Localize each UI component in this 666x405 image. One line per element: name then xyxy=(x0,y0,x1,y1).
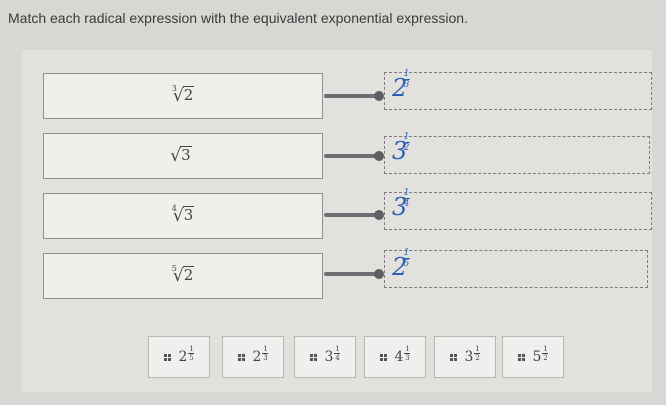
drag-grip-icon xyxy=(309,353,317,361)
radical-expression-3: 4 √ 3 xyxy=(171,204,195,226)
radical-box-2: √ 3 xyxy=(43,133,323,179)
answer-tile-3[interactable]: 3 14 xyxy=(294,336,356,378)
answer-tile-6[interactable]: 5 12 xyxy=(502,336,564,378)
drag-grip-icon xyxy=(237,353,245,361)
connector-1 xyxy=(324,91,384,101)
drop-zone-1[interactable] xyxy=(384,72,652,110)
connector-2 xyxy=(324,151,384,161)
drag-grip-icon xyxy=(517,353,525,361)
radical-box-1: 3 √ 2 xyxy=(43,73,323,119)
handwritten-answer-3: 3 1 4 xyxy=(392,188,410,221)
drag-grip-icon xyxy=(163,353,171,361)
connector-4 xyxy=(324,269,384,279)
answer-tile-5[interactable]: 3 12 xyxy=(434,336,496,378)
connector-3 xyxy=(324,210,384,220)
radical-box-4: 5 √ 2 xyxy=(43,253,323,299)
drop-zone-4[interactable] xyxy=(384,250,648,288)
drop-zone-2[interactable] xyxy=(384,136,650,174)
drag-grip-icon xyxy=(379,353,387,361)
handwritten-answer-4: 2 1 5 xyxy=(392,248,410,281)
radical-expression-4: 5 √ 2 xyxy=(171,264,195,286)
answer-tile-2[interactable]: 2 13 xyxy=(222,336,284,378)
radical-expression-2: √ 3 xyxy=(170,146,192,166)
drop-zone-3[interactable] xyxy=(384,192,652,230)
radical-expression-1: 3 √ 2 xyxy=(171,84,195,106)
handwritten-answer-2: 3 1 2 xyxy=(392,132,410,165)
radical-box-3: 4 √ 3 xyxy=(43,193,323,239)
handwritten-answer-1: 2 1 3 xyxy=(392,69,410,102)
answer-tile-4[interactable]: 4 13 xyxy=(364,336,426,378)
answer-tile-1[interactable]: 2 15 xyxy=(148,336,210,378)
drag-grip-icon xyxy=(449,353,457,361)
question-prompt: Match each radical expression with the e… xyxy=(8,10,468,26)
